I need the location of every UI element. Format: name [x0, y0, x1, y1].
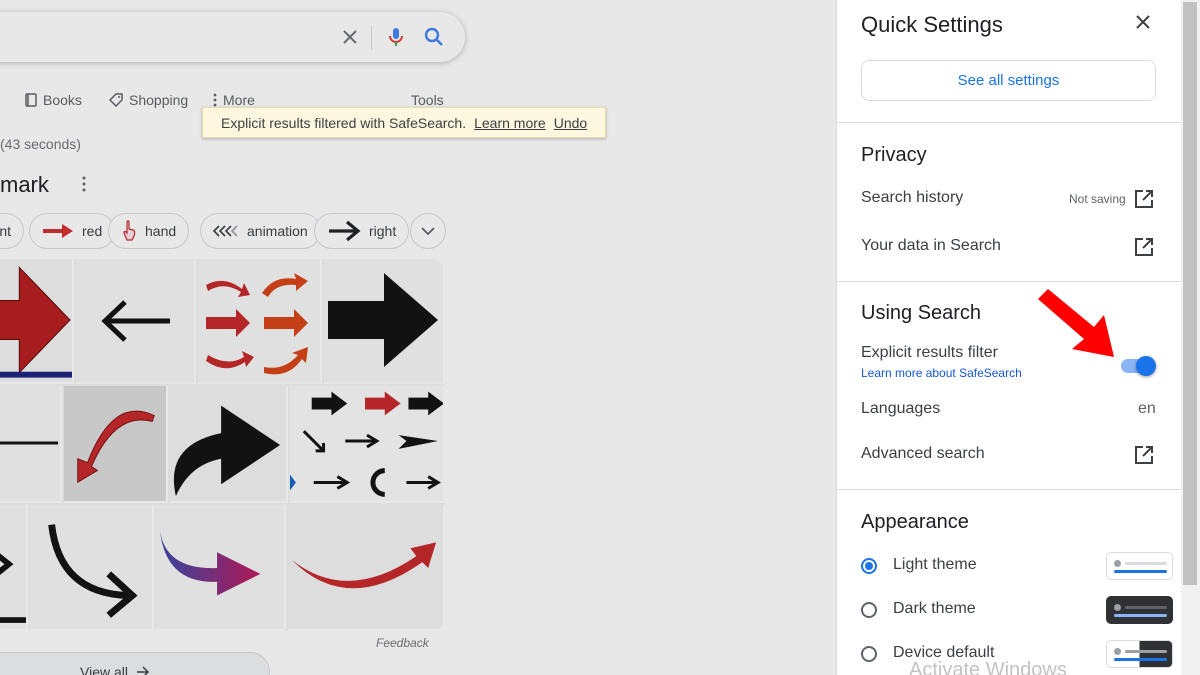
appearance-heading: Appearance [861, 511, 969, 533]
see-all-settings-button[interactable]: See all settings [861, 60, 1156, 101]
search-history-item[interactable]: Search history [861, 189, 963, 207]
device-default-preview [1106, 640, 1173, 668]
red-annotation-arrow [1038, 289, 1114, 357]
privacy-heading: Privacy [861, 144, 927, 166]
radio-dark-theme[interactable] [861, 602, 877, 618]
dark-theme-preview [1106, 596, 1173, 624]
light-theme-label[interactable]: Light theme [893, 556, 977, 574]
toast-undo-link[interactable]: Undo [554, 115, 587, 131]
divider [837, 489, 1181, 490]
panel-title: Quick Settings [861, 12, 1003, 37]
safesearch-toast: Explicit results filtered with SafeSearc… [202, 107, 606, 138]
activate-windows-watermark: Activate Windows [909, 659, 1067, 675]
modal-scrim[interactable] [0, 0, 836, 675]
language-value: en [1138, 400, 1156, 417]
open-in-new-icon[interactable] [1133, 188, 1155, 210]
learn-safesearch-link[interactable]: Learn more about SafeSearch [861, 366, 1022, 380]
advanced-search-item[interactable]: Advanced search [861, 445, 985, 463]
toast-message: Explicit results filtered with SafeSearc… [221, 114, 467, 131]
open-in-new-icon[interactable] [1133, 444, 1155, 466]
using-search-heading: Using Search [861, 302, 982, 324]
dark-theme-label[interactable]: Dark theme [893, 600, 976, 618]
divider [837, 122, 1181, 123]
divider [837, 281, 1181, 282]
radio-device-default[interactable] [861, 646, 877, 662]
your-data-item[interactable]: Your data in Search [861, 237, 1001, 255]
radio-light-theme[interactable] [861, 558, 877, 574]
languages-item[interactable]: Languages [861, 400, 940, 418]
scrollbar-thumb[interactable] [1183, 2, 1197, 585]
open-in-new-icon[interactable] [1133, 236, 1155, 258]
search-history-status: Not saving [1069, 192, 1126, 206]
explicit-filter-label: Explicit results filter [861, 344, 998, 361]
close-icon[interactable] [1131, 10, 1155, 34]
toast-learn-more-link[interactable]: Learn more [474, 115, 546, 131]
light-theme-preview [1106, 552, 1173, 580]
